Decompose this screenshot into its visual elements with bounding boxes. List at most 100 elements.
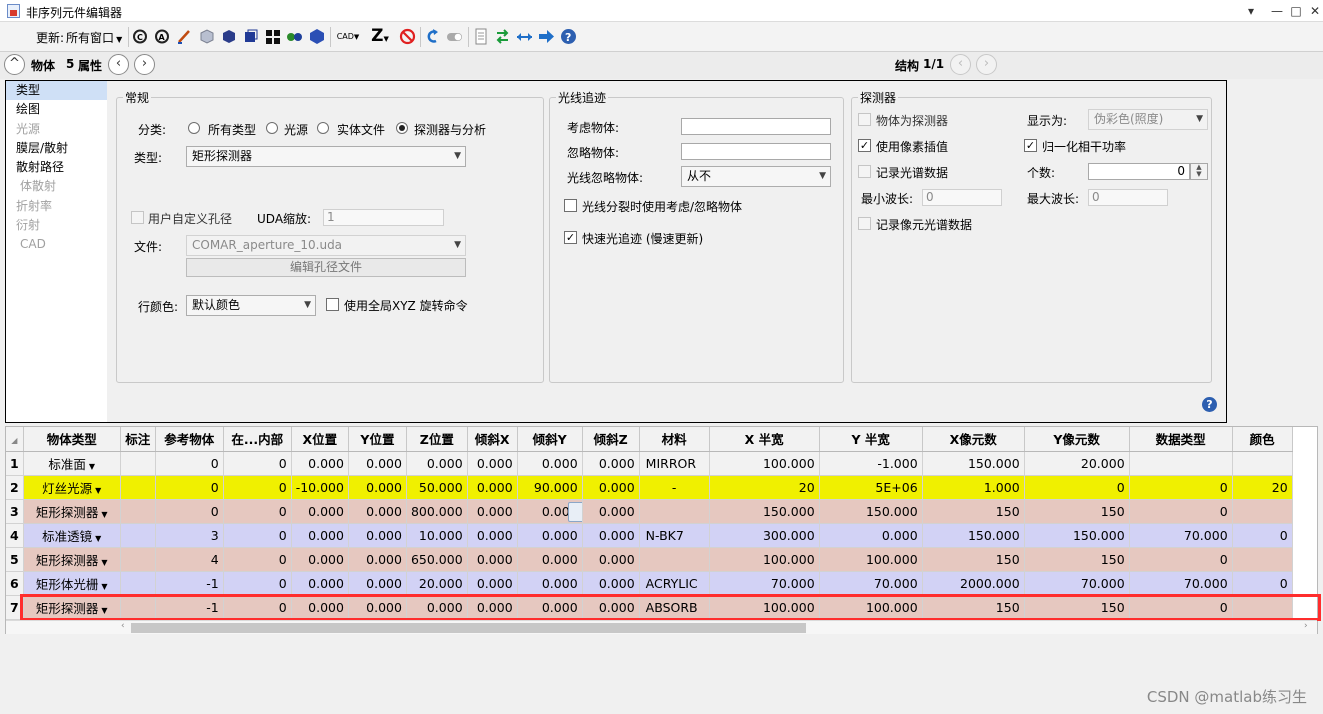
cell-y[interactable]: 0.000	[348, 571, 407, 596]
solid-model-icon[interactable]	[220, 28, 237, 45]
column-header[interactable]: Y 半宽	[819, 427, 923, 452]
fast-trace-checkbox[interactable]: ✓	[564, 231, 577, 244]
cell-p6[interactable]	[1232, 547, 1293, 572]
cell-mat[interactable]: ACRYLIC	[639, 571, 710, 596]
cell-x[interactable]: 0.000	[291, 547, 349, 572]
cell-p2[interactable]: 100.000	[819, 547, 923, 572]
column-header[interactable]: 颜色	[1232, 427, 1293, 452]
cell-mat[interactable]	[639, 499, 710, 524]
chevron-down-icon[interactable]: ▼	[95, 534, 101, 543]
object-type-cell[interactable]: 灯丝光源 ▼	[23, 475, 121, 500]
cell-z[interactable]: 0.000	[406, 451, 468, 476]
row-number[interactable]: 2	[6, 475, 24, 500]
cell-tz[interactable]: 0.000	[582, 499, 640, 524]
cell-p6[interactable]	[1232, 499, 1293, 524]
column-header[interactable]: 参考物体	[155, 427, 224, 452]
cell-p4[interactable]: 150	[1024, 547, 1130, 572]
cell-ref[interactable]: -1	[155, 595, 224, 620]
no-icon[interactable]	[399, 28, 416, 45]
radio-all-types[interactable]	[188, 122, 200, 134]
cell-ty[interactable]: 0.000	[517, 523, 583, 548]
update-dropdown[interactable]: 更新: 所有窗口 ▼	[34, 29, 122, 46]
scroll-right-icon[interactable]: ›	[1304, 621, 1308, 631]
column-header[interactable]: Y位置	[348, 427, 407, 452]
cell-p1[interactable]: 100.000	[709, 595, 820, 620]
cell-p3[interactable]: 150	[922, 595, 1025, 620]
cell-p6[interactable]: 0	[1232, 523, 1293, 548]
cad-dropdown[interactable]: CAD▼	[334, 28, 362, 45]
sidebar-item-source[interactable]: 光源	[6, 120, 107, 139]
cell-p3[interactable]: 150	[922, 547, 1025, 572]
chevron-down-icon[interactable]: ▼	[95, 486, 101, 495]
cell-p5[interactable]: 0	[1129, 547, 1233, 572]
cell-p2[interactable]: 0.000	[819, 523, 923, 548]
cell-p5[interactable]	[1129, 451, 1233, 476]
cell-tx[interactable]: 0.000	[467, 451, 518, 476]
pixel-interp-checkbox[interactable]: ✓	[858, 139, 871, 152]
document-icon[interactable]	[472, 28, 489, 45]
cell-p4[interactable]: 0	[1024, 475, 1130, 500]
next-object-button[interactable]: ›	[134, 54, 155, 75]
arrow-right-icon[interactable]	[538, 28, 555, 45]
cell-p1[interactable]: 100.000	[709, 547, 820, 572]
column-header[interactable]: Y像元数	[1024, 427, 1130, 452]
cell-inside[interactable]: 0	[223, 595, 292, 620]
cell-ref[interactable]: 0	[155, 499, 224, 524]
table-row[interactable]: 7 矩形探测器 ▼ -1 0 0.000 0.000 0.000 0.000 0.000 0.000…	[6, 595, 1293, 620]
column-header[interactable]: X像元数	[922, 427, 1025, 452]
window-menu-button[interactable]: ▾	[1240, 2, 1262, 20]
cell-p4[interactable]: 20.000	[1024, 451, 1130, 476]
swap-arrows-icon[interactable]	[494, 28, 511, 45]
split-ray-checkbox[interactable]	[564, 199, 577, 212]
cell-y[interactable]: 0.000	[348, 499, 407, 524]
toggle-icon[interactable]	[446, 28, 463, 45]
cell-p2[interactable]: 5E+06	[819, 475, 923, 500]
cell-mat[interactable]: MIRROR	[639, 451, 710, 476]
cell-p3[interactable]: 1.000	[922, 475, 1025, 500]
cell-inside[interactable]: 0	[223, 475, 292, 500]
cell-x[interactable]: 0.000	[291, 499, 349, 524]
cell-ty[interactable]: 0.000	[517, 499, 583, 524]
object-type-cell[interactable]: 矩形探测器 ▼	[23, 499, 121, 524]
sidebar-item-cad[interactable]: CAD	[6, 235, 107, 254]
cell-p4[interactable]: 150	[1024, 595, 1130, 620]
cell-mat[interactable]	[639, 547, 710, 572]
cell-mat[interactable]: ABSORB	[639, 595, 710, 620]
row-number[interactable]: 4	[6, 523, 24, 548]
radio-source[interactable]	[266, 122, 278, 134]
object-type-cell[interactable]: 标准面 ▼	[23, 451, 121, 476]
cell-tz[interactable]: 0.000	[582, 451, 640, 476]
cell-p4[interactable]: 150.000	[1024, 523, 1130, 548]
cell-p2[interactable]: 150.000	[819, 499, 923, 524]
row-number[interactable]: 3	[6, 499, 24, 524]
sidebar-item-coating-scatter[interactable]: 膜层/散射	[6, 139, 107, 158]
row-number[interactable]: 6	[6, 571, 24, 596]
cell-note[interactable]	[120, 451, 156, 476]
display-as-select[interactable]: 伪彩色(照度) ▼	[1088, 109, 1208, 130]
cell-p3[interactable]: 150.000	[922, 451, 1025, 476]
cell-z[interactable]: 650.000	[406, 547, 468, 572]
record-spectral-checkbox[interactable]	[858, 165, 871, 178]
cell-mat[interactable]: -	[639, 475, 710, 500]
object-type-cell[interactable]: 标准透镜 ▼	[23, 523, 121, 548]
cell-inside[interactable]: 0	[223, 547, 292, 572]
row-number[interactable]: 5	[6, 547, 24, 572]
cell-z[interactable]: 50.000	[406, 475, 468, 500]
cell-x[interactable]: 0.000	[291, 451, 349, 476]
cell-note[interactable]	[120, 571, 156, 596]
obj-is-detector-checkbox[interactable]	[858, 113, 871, 126]
cell-ref[interactable]: 0	[155, 451, 224, 476]
cell-p2[interactable]: 70.000	[819, 571, 923, 596]
cell-x[interactable]: 0.000	[291, 595, 349, 620]
column-header[interactable]: 标注	[120, 427, 156, 452]
cell-p3[interactable]: 150	[922, 499, 1025, 524]
cell-y[interactable]: 0.000	[348, 547, 407, 572]
group-icon[interactable]	[286, 28, 303, 45]
cell-note[interactable]	[120, 499, 156, 524]
count-input[interactable]: 0	[1088, 163, 1190, 180]
cell-p6[interactable]: 0	[1232, 571, 1293, 596]
cell-p1[interactable]: 150.000	[709, 499, 820, 524]
column-header[interactable]: 倾斜X	[467, 427, 518, 452]
cell-y[interactable]: 0.000	[348, 475, 407, 500]
cell-p2[interactable]: 100.000	[819, 595, 923, 620]
